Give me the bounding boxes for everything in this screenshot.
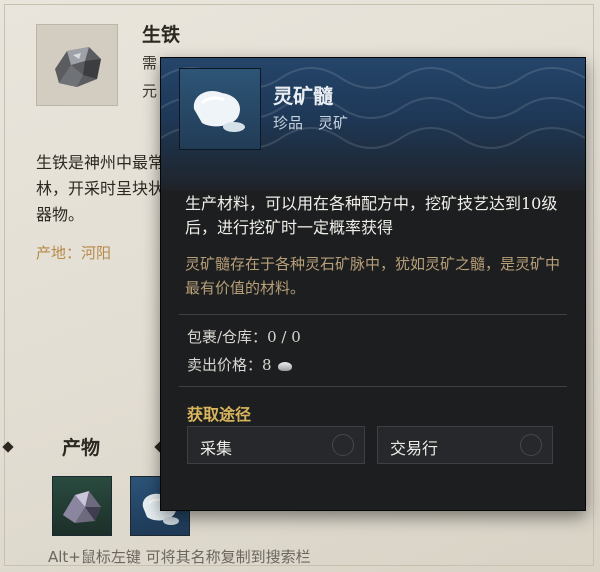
tooltip-item-name: 灵矿髓: [273, 84, 333, 108]
item-name: 生铁: [142, 24, 181, 46]
inventory-value: 0 / 0: [267, 328, 301, 346]
acquire-title: 获取途径: [187, 405, 252, 424]
tooltip-flavor-text: 灵矿髓存在于各种灵石矿脉中，犹如灵矿之髓，是灵矿中最有价值的材料。: [185, 255, 561, 297]
price-value: 8: [262, 356, 272, 374]
item-tooltip: 灵矿髓 珍品 灵矿 生产材料，可以用在各种配方中，挖矿技艺达到10级后，进行挖矿…: [160, 57, 586, 511]
source-label: 采集: [200, 439, 233, 458]
price-row: 卖出价格：8: [187, 354, 292, 375]
inventory-label: 包裹/仓库：: [187, 328, 268, 346]
copy-name-hint: Alt+鼠标左键 可将其名称复制到搜索栏: [48, 548, 311, 566]
products-title: 产物: [62, 437, 101, 459]
silver-ingot-icon: [277, 361, 292, 371]
source-emblem-icon: [520, 434, 542, 456]
source-label: 交易行: [390, 439, 439, 458]
crystal-ore-icon: [63, 491, 101, 523]
iron-ore-icon: [36, 24, 118, 106]
price-label: 卖出价格：: [187, 356, 263, 374]
product-slot[interactable]: [52, 476, 112, 536]
item-requirement: 需: [142, 54, 158, 72]
source-emblem-icon: [332, 434, 354, 456]
item-attribute: 元: [142, 82, 158, 100]
divider: [179, 386, 567, 387]
source-trading-house-button[interactable]: 交易行: [377, 426, 553, 464]
spirit-ore-marrow-icon: [179, 68, 261, 150]
tooltip-description: 生产材料，可以用在各种配方中，挖矿技艺达到10级后，进行挖矿时一定概率获得: [185, 194, 558, 237]
source-gathering-button[interactable]: 采集: [187, 426, 365, 464]
tooltip-item-category: 珍品 灵矿: [273, 114, 349, 132]
tooltip-header: 灵矿髓 珍品 灵矿: [161, 58, 585, 190]
item-detail-panel: 生铁 需 元 生铁是神州中最常见的金属矿石之一，广泛产于川南、西南等山与相思木林…: [0, 0, 600, 572]
item-origin: 产地：河阳: [36, 244, 112, 262]
inventory-row: 包裹/仓库：0 / 0: [187, 326, 301, 347]
divider: [179, 314, 567, 315]
